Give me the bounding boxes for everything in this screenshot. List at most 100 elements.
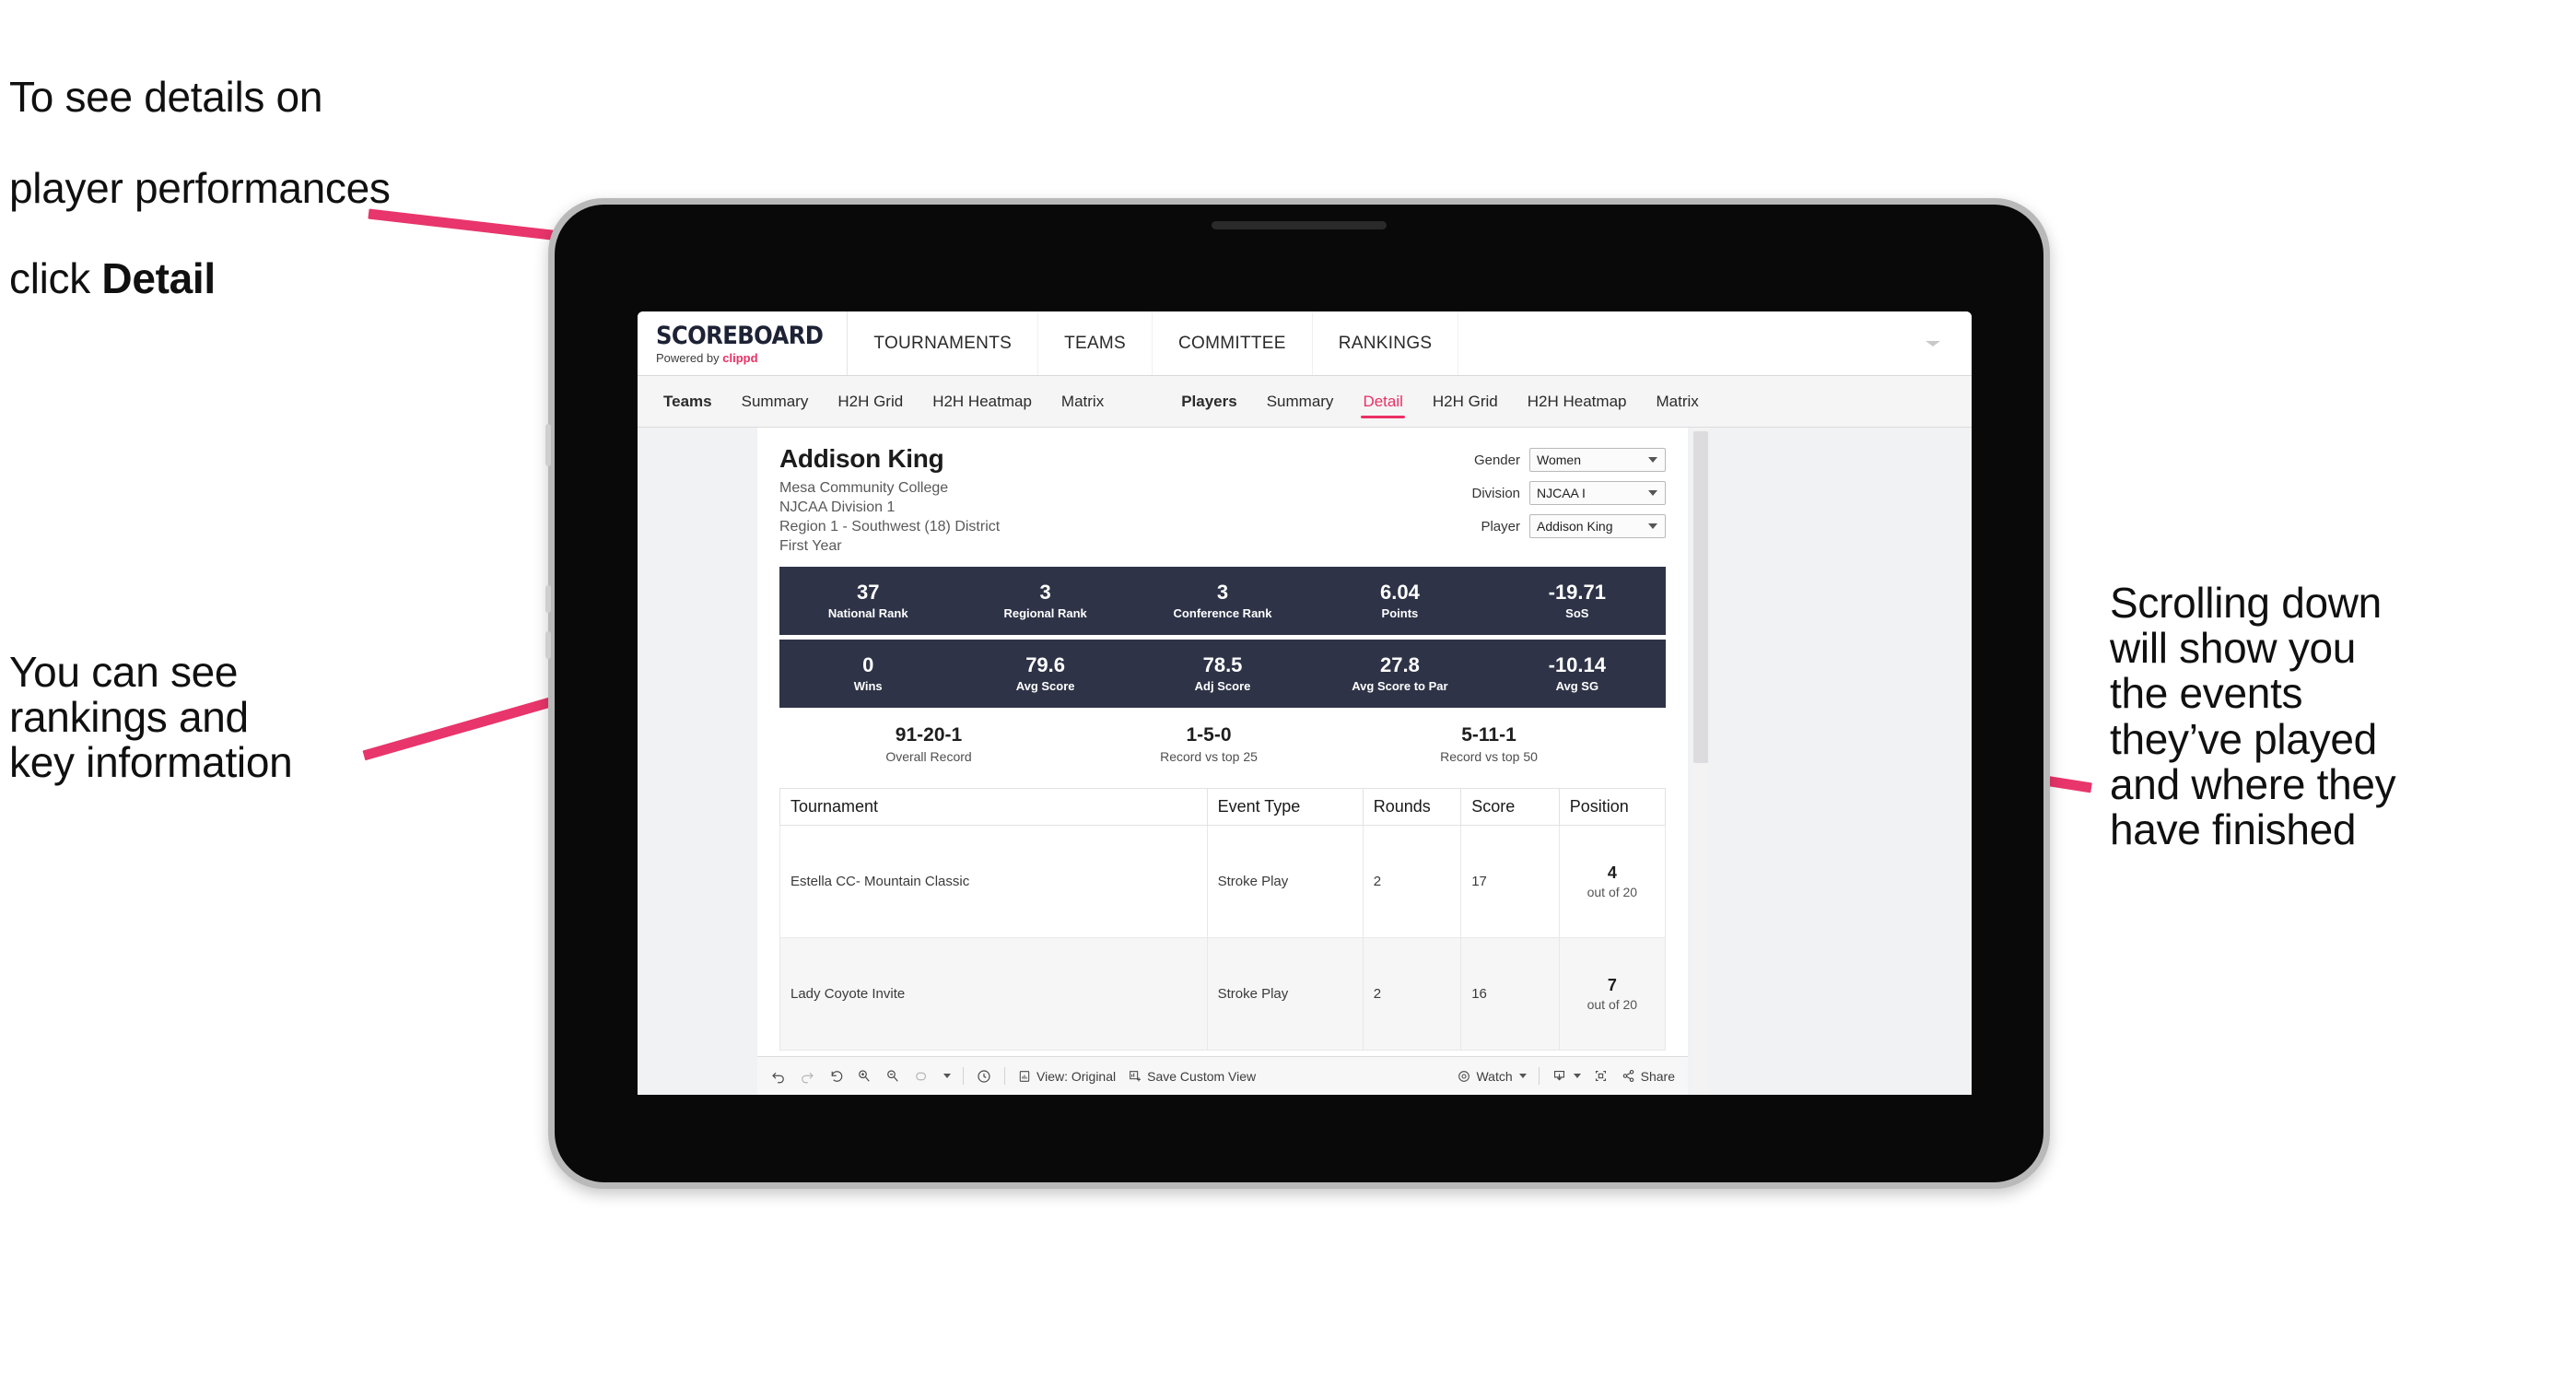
tab-teams-h2h-grid[interactable]: H2H Grid (823, 376, 918, 427)
tournament-results-table: Tournament Event Type Rounds Score Posit… (779, 788, 1667, 1051)
zoom-out-icon[interactable] (884, 1068, 901, 1085)
player-identity: Addison King Mesa Community College NJCA… (779, 444, 1000, 556)
position-out-of: out of 20 (1587, 997, 1638, 1013)
stat-national-rank: 37 National Rank (779, 581, 956, 620)
stats-row-rankings: 37 National Rank 3 Regional Rank 3 Confe… (779, 567, 1666, 636)
device-button-volume-up[interactable] (545, 585, 551, 613)
watch-button[interactable]: Watch (1457, 1068, 1527, 1084)
device-button-power[interactable] (545, 424, 551, 466)
save-view-icon (1128, 1069, 1142, 1084)
redo-icon[interactable] (799, 1068, 815, 1085)
stat-value: 6.04 (1380, 581, 1420, 605)
record-value: 91-20-1 (895, 724, 963, 746)
tab-players[interactable]: Players (1166, 376, 1252, 427)
save-custom-view-button[interactable]: Save Custom View (1128, 1069, 1256, 1084)
tab-strip: Teams Summary H2H Grid H2H Heatmap Matri… (638, 376, 1972, 428)
share-label: Share (1640, 1068, 1675, 1084)
stat-avg-score: 79.6 Avg Score (956, 654, 1133, 693)
watch-label: Watch (1476, 1068, 1513, 1084)
tab-players-detail[interactable]: Detail (1348, 376, 1417, 427)
slide-canvas: To see details on player performances cl… (0, 0, 2576, 1386)
stat-value: 3 (1039, 581, 1051, 605)
filter-player: Player Addison King (1471, 514, 1666, 538)
nav-item-tournaments[interactable]: TOURNAMENTS (848, 311, 1039, 375)
tab-teams-matrix[interactable]: Matrix (1047, 376, 1118, 427)
zoom-in-icon[interactable] (856, 1068, 872, 1085)
revert-icon[interactable] (827, 1068, 844, 1085)
annotation-line: To see details on (9, 73, 323, 122)
col-header-rounds[interactable]: Rounds (1362, 788, 1462, 827)
record-overall: 91-20-1 Overall Record (789, 724, 1069, 764)
stat-value: 37 (856, 581, 880, 605)
annotation-left: You can see rankings and key information (9, 648, 293, 787)
chevron-down-icon (1518, 1074, 1527, 1078)
chevron-down-icon[interactable] (943, 1074, 951, 1078)
stat-value: 78.5 (1202, 653, 1243, 677)
table-row[interactable]: Lady Coyote Invite Stroke Play 2 16 7 ou… (779, 937, 1667, 1051)
position-out-of: out of 20 (1587, 885, 1638, 900)
tab-teams-h2h-heatmap[interactable]: H2H Heatmap (918, 376, 1047, 427)
annotation-line: player performances (9, 163, 391, 212)
save-custom-view-label: Save Custom View (1147, 1068, 1257, 1084)
view-original-button[interactable]: View: Original (1017, 1069, 1116, 1084)
gender-select[interactable]: Women (1529, 448, 1666, 472)
player-detail-sheet: Addison King Mesa Community College NJCA… (757, 428, 1688, 1095)
division-select[interactable]: NJCAA I (1529, 481, 1666, 505)
nav-item-teams[interactable]: TEAMS (1038, 311, 1153, 375)
tab-group-teams: Teams Summary H2H Grid H2H Heatmap Matri… (649, 376, 1118, 427)
player-select[interactable]: Addison King (1529, 514, 1666, 538)
cell-tournament: Lady Coyote Invite (779, 937, 1208, 1051)
share-icon (1621, 1068, 1636, 1084)
stat-label: Points (1381, 606, 1419, 621)
stat-label: Avg Score (1015, 679, 1075, 694)
pan-icon[interactable] (913, 1068, 930, 1085)
download-button[interactable] (1551, 1068, 1581, 1084)
col-header-event-type[interactable]: Event Type (1206, 788, 1364, 827)
brand-subtitle: Powered by clippd (656, 352, 823, 364)
chevron-down-icon (1648, 457, 1657, 463)
tab-teams[interactable]: Teams (649, 376, 727, 427)
history-icon[interactable] (976, 1068, 992, 1085)
player-year: First Year (779, 538, 842, 555)
undo-icon[interactable] (770, 1068, 787, 1085)
share-button[interactable]: Share (1621, 1068, 1675, 1084)
brand-title: SCOREBOARD (656, 321, 824, 350)
vertical-scrollbar-thumb[interactable] (1693, 431, 1708, 763)
tab-players-h2h-heatmap[interactable]: H2H Heatmap (1513, 376, 1642, 427)
scoreboard-app-window: SCOREBOARD Powered by clippd TOURNAMENTS… (638, 311, 1972, 1095)
chevron-down-icon[interactable] (1926, 340, 1940, 346)
nav-item-committee[interactable]: COMMITTEE (1153, 311, 1313, 375)
nav-item-rankings[interactable]: RANKINGS (1313, 311, 1459, 375)
device-icon[interactable] (1593, 1068, 1609, 1084)
tab-teams-summary[interactable]: Summary (727, 376, 824, 427)
device-button-volume-down[interactable] (545, 631, 551, 659)
stat-value: 0 (862, 653, 874, 677)
stat-value: 79.6 (1025, 653, 1066, 677)
tab-players-matrix[interactable]: Matrix (1641, 376, 1713, 427)
view-original-icon (1017, 1069, 1032, 1084)
brand-logo[interactable]: SCOREBOARD Powered by clippd (638, 311, 849, 375)
table-row[interactable]: Estella CC- Mountain Classic Stroke Play… (779, 825, 1667, 939)
cell-rounds: 2 (1362, 937, 1462, 1051)
player-region: Region 1 - Southwest (18) District (779, 519, 1001, 535)
col-header-score[interactable]: Score (1460, 788, 1560, 827)
chevron-down-icon (1573, 1074, 1581, 1078)
cell-event-type: Stroke Play (1206, 825, 1364, 939)
position-number: 4 (1607, 863, 1617, 883)
stat-value: 3 (1216, 581, 1229, 605)
stat-label: Wins (853, 679, 883, 694)
toolbar-divider (1004, 1067, 1005, 1085)
stat-conference-rank: 3 Conference Rank (1134, 581, 1311, 620)
col-header-position[interactable]: Position (1558, 788, 1667, 827)
annotation-line: click Detail (9, 254, 617, 303)
stat-label: Avg Score to Par (1352, 679, 1448, 694)
stat-value: -10.14 (1548, 653, 1607, 677)
tab-players-h2h-grid[interactable]: H2H Grid (1418, 376, 1513, 427)
chevron-down-icon (1648, 490, 1657, 496)
stat-avg-sg: -10.14 Avg SG (1489, 654, 1666, 693)
col-header-tournament[interactable]: Tournament (779, 788, 1208, 827)
cell-score: 17 (1460, 825, 1560, 939)
cell-tournament: Estella CC- Mountain Classic (779, 825, 1208, 939)
annotation-text: click (9, 254, 102, 303)
tab-players-summary[interactable]: Summary (1252, 376, 1349, 427)
